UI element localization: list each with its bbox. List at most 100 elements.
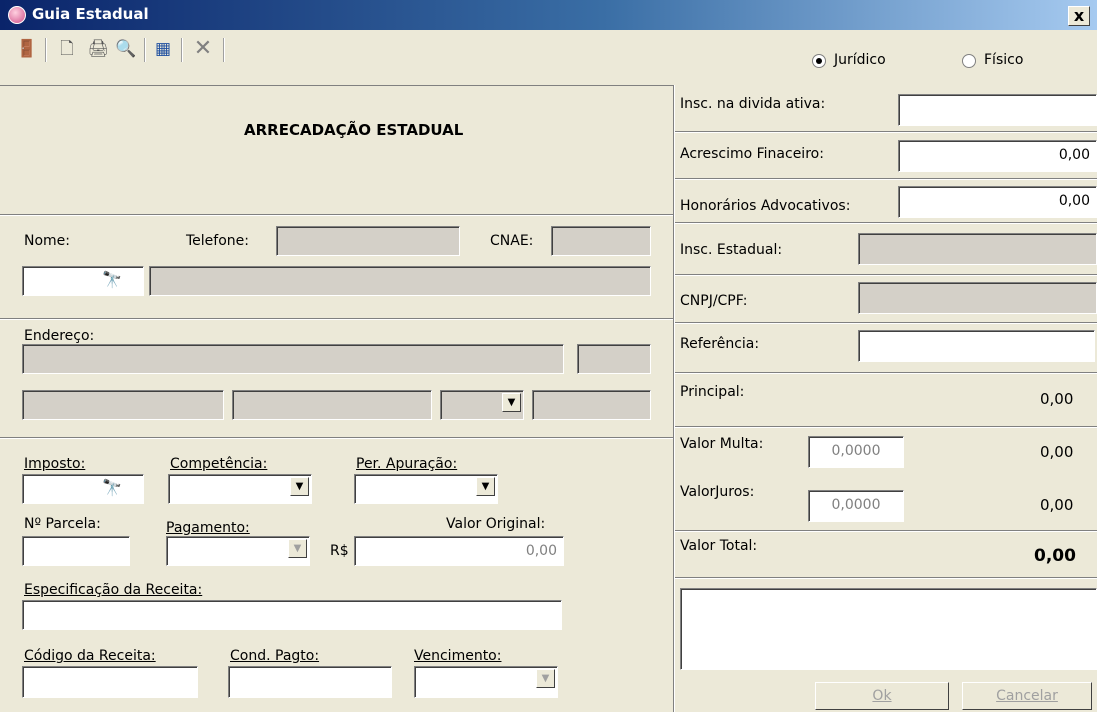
insc-estadual-field[interactable] [858,233,1097,265]
principal-value: 0,00 [1040,390,1074,408]
valor-original-field[interactable]: 0,00 [354,536,564,566]
binoculars-icon[interactable]: 🔭 [102,270,122,289]
especificacao-label: Especificação da Receita: [24,582,203,598]
endereco-label: Endereço: [24,328,95,344]
total-value: 0,00 [1034,546,1076,566]
total-label: Valor Total: [680,538,758,554]
juros-label: ValorJuros: [680,484,755,500]
fisico-label: Físico [984,52,1024,68]
app-icon [8,6,26,24]
codigo-receita-label: Código da Receita: [24,648,156,664]
cancelar-button[interactable]: Cancelar [962,682,1092,710]
parcela-label: Nº Parcela: [24,516,101,532]
divider [0,437,675,439]
juros-value: 0,00 [1040,496,1074,514]
competencia-label: Competência: [170,456,268,472]
toolbar-separator [223,38,225,62]
toolbar-separator [181,38,183,62]
multa-rate-field[interactable]: 0,0000 [808,436,904,468]
delete-x-icon[interactable]: ✕ [190,36,216,62]
currency-label: R$ [330,543,349,559]
chevron-down-icon[interactable]: ▼ [476,477,495,496]
imposto-label: Imposto: [24,456,86,472]
pagamento-select[interactable]: ▼ [166,536,310,566]
cnpj-field[interactable] [858,282,1097,314]
imposto-field[interactable] [22,474,144,504]
divider [675,426,1097,428]
exit-door-icon[interactable]: 🚪 [14,36,40,62]
ok-button[interactable]: Ok [815,682,949,710]
printer-icon[interactable]: 🖨 [85,36,111,62]
toolbar-separator [45,38,47,62]
insc-divida-field[interactable] [898,94,1097,126]
honorarios-label: Honorários Advocativos: [680,198,851,214]
divider [675,178,1097,180]
cond-pagto-label: Cond. Pagto: [230,648,320,664]
fisico-radio[interactable] [962,54,976,68]
cidade-field[interactable] [232,390,432,420]
divider [0,214,675,216]
divider [675,530,1097,532]
divider [675,372,1097,374]
multa-value: 0,00 [1040,443,1074,461]
report-icon[interactable]: ▦ [150,36,176,62]
telefone-field[interactable] [276,226,460,256]
observation-textarea[interactable] [680,588,1097,670]
bairro-field[interactable] [22,390,224,420]
chevron-down-icon[interactable]: ▼ [536,669,555,688]
divider [675,131,1097,133]
page-title: ARRECADAÇÃO ESTADUAL [244,121,464,139]
parcela-field[interactable] [22,536,130,566]
chevron-down-icon[interactable]: ▼ [288,539,307,558]
ok-label: Ok [872,688,892,704]
chevron-down-icon[interactable]: ▼ [502,393,521,412]
vencimento-label: Vencimento: [414,648,502,664]
title-bar [0,0,1097,30]
cnae-label: CNAE: [490,233,534,249]
referencia-field[interactable] [858,330,1095,362]
insc-estadual-label: Insc. Estadual: [680,242,783,258]
toolbar-separator [144,38,146,62]
divider [675,274,1097,276]
codigo-receita-field[interactable] [22,666,198,698]
uf-select[interactable]: ▼ [440,390,524,420]
especificacao-field[interactable] [22,600,562,630]
nome-label: Nome: [24,233,71,249]
cep-field[interactable] [532,390,651,420]
competencia-select[interactable]: ▼ [168,474,312,504]
header-panel [0,85,675,215]
telefone-label: Telefone: [186,233,249,249]
divider [675,577,1097,579]
new-page-icon[interactable]: 🗋 [54,36,80,62]
cancelar-label: Cancelar [996,688,1058,704]
numero-field[interactable] [577,344,651,374]
insc-divida-label: Insc. na divida ativa: [680,96,826,112]
acrescimo-field[interactable]: 0,00 [898,140,1097,172]
referencia-label: Referência: [680,336,760,352]
per-apuracao-select[interactable]: ▼ [354,474,498,504]
window-title: Guia Estadual [32,5,149,23]
endereco-field[interactable] [22,344,564,374]
nome-field[interactable] [149,266,651,296]
divider [0,318,675,320]
valor-original-label: Valor Original: [446,516,546,532]
cond-pagto-field[interactable] [228,666,392,698]
cnae-field[interactable] [551,226,651,256]
principal-label: Principal: [680,384,745,400]
juros-rate-field[interactable]: 0,0000 [808,490,904,522]
pagamento-label: Pagamento: [166,520,250,536]
juridico-radio[interactable] [812,54,826,68]
nome-code-field[interactable] [22,266,144,296]
print-preview-icon[interactable]: 🔍 [113,36,139,62]
cnpj-label: CNPJ/CPF: [680,293,748,309]
multa-label: Valor Multa: [680,436,764,452]
binoculars-icon[interactable]: 🔭 [102,478,122,497]
close-button[interactable]: x [1068,6,1090,26]
divider [675,222,1097,224]
honorarios-field[interactable]: 0,00 [898,186,1097,218]
acrescimo-label: Acrescimo Finaceiro: [680,146,824,162]
divider [675,322,1097,324]
chevron-down-icon[interactable]: ▼ [290,477,309,496]
per-apuracao-label: Per. Apuração: [356,456,458,472]
vencimento-select[interactable]: ▼ [414,666,558,698]
